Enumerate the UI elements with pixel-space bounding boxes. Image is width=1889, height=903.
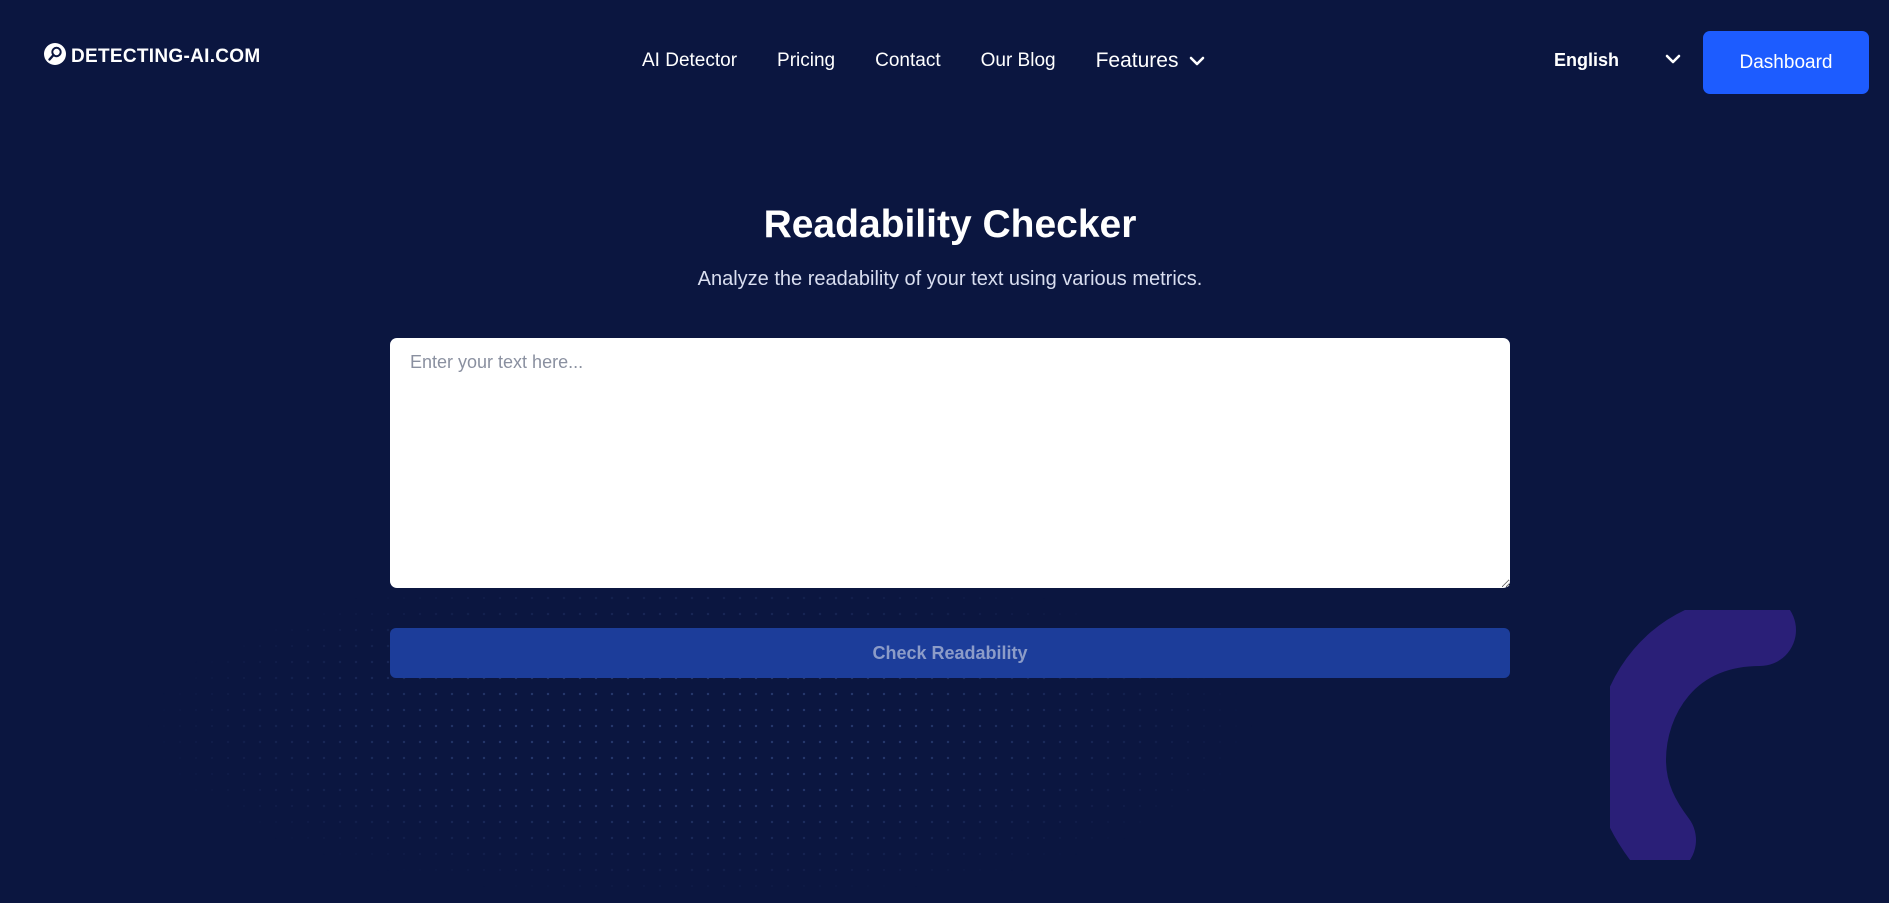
arc-decoration	[1610, 610, 1796, 860]
chevron-down-icon	[1664, 52, 1682, 70]
brand-name: DETECTING-AI.COM	[71, 45, 261, 67]
main-nav: AI Detector Pricing Contact Our Blog Fea…	[642, 49, 1206, 73]
text-input[interactable]	[390, 338, 1510, 588]
page-subtitle: Analyze the readability of your text usi…	[697, 268, 1203, 290]
chevron-down-icon	[1188, 49, 1206, 73]
nav-features-dropdown[interactable]: Features	[1096, 49, 1207, 73]
nav-link-blog[interactable]: Our Blog	[981, 50, 1056, 72]
nav-link-ai-detector[interactable]: AI Detector	[642, 50, 737, 72]
nav-link-pricing[interactable]: Pricing	[777, 50, 835, 72]
brand-logo[interactable]: DETECTING-AI.COM	[43, 42, 261, 71]
nav-features-label: Features	[1095, 49, 1179, 72]
magnifier-logo-icon	[43, 42, 67, 71]
dashboard-button[interactable]: Dashboard	[1703, 31, 1869, 94]
language-selected-label: English	[1554, 50, 1620, 70]
page-title: Readability Checker	[763, 203, 1137, 246]
language-select[interactable]: English	[1554, 50, 1682, 71]
check-readability-button[interactable]: Check Readability	[390, 628, 1510, 678]
site-header: DETECTING-AI.COM AI Detector Pricing Con…	[0, 0, 1889, 124]
page: DETECTING-AI.COM AI Detector Pricing Con…	[0, 0, 1889, 903]
nav-link-contact[interactable]: Contact	[875, 50, 940, 72]
